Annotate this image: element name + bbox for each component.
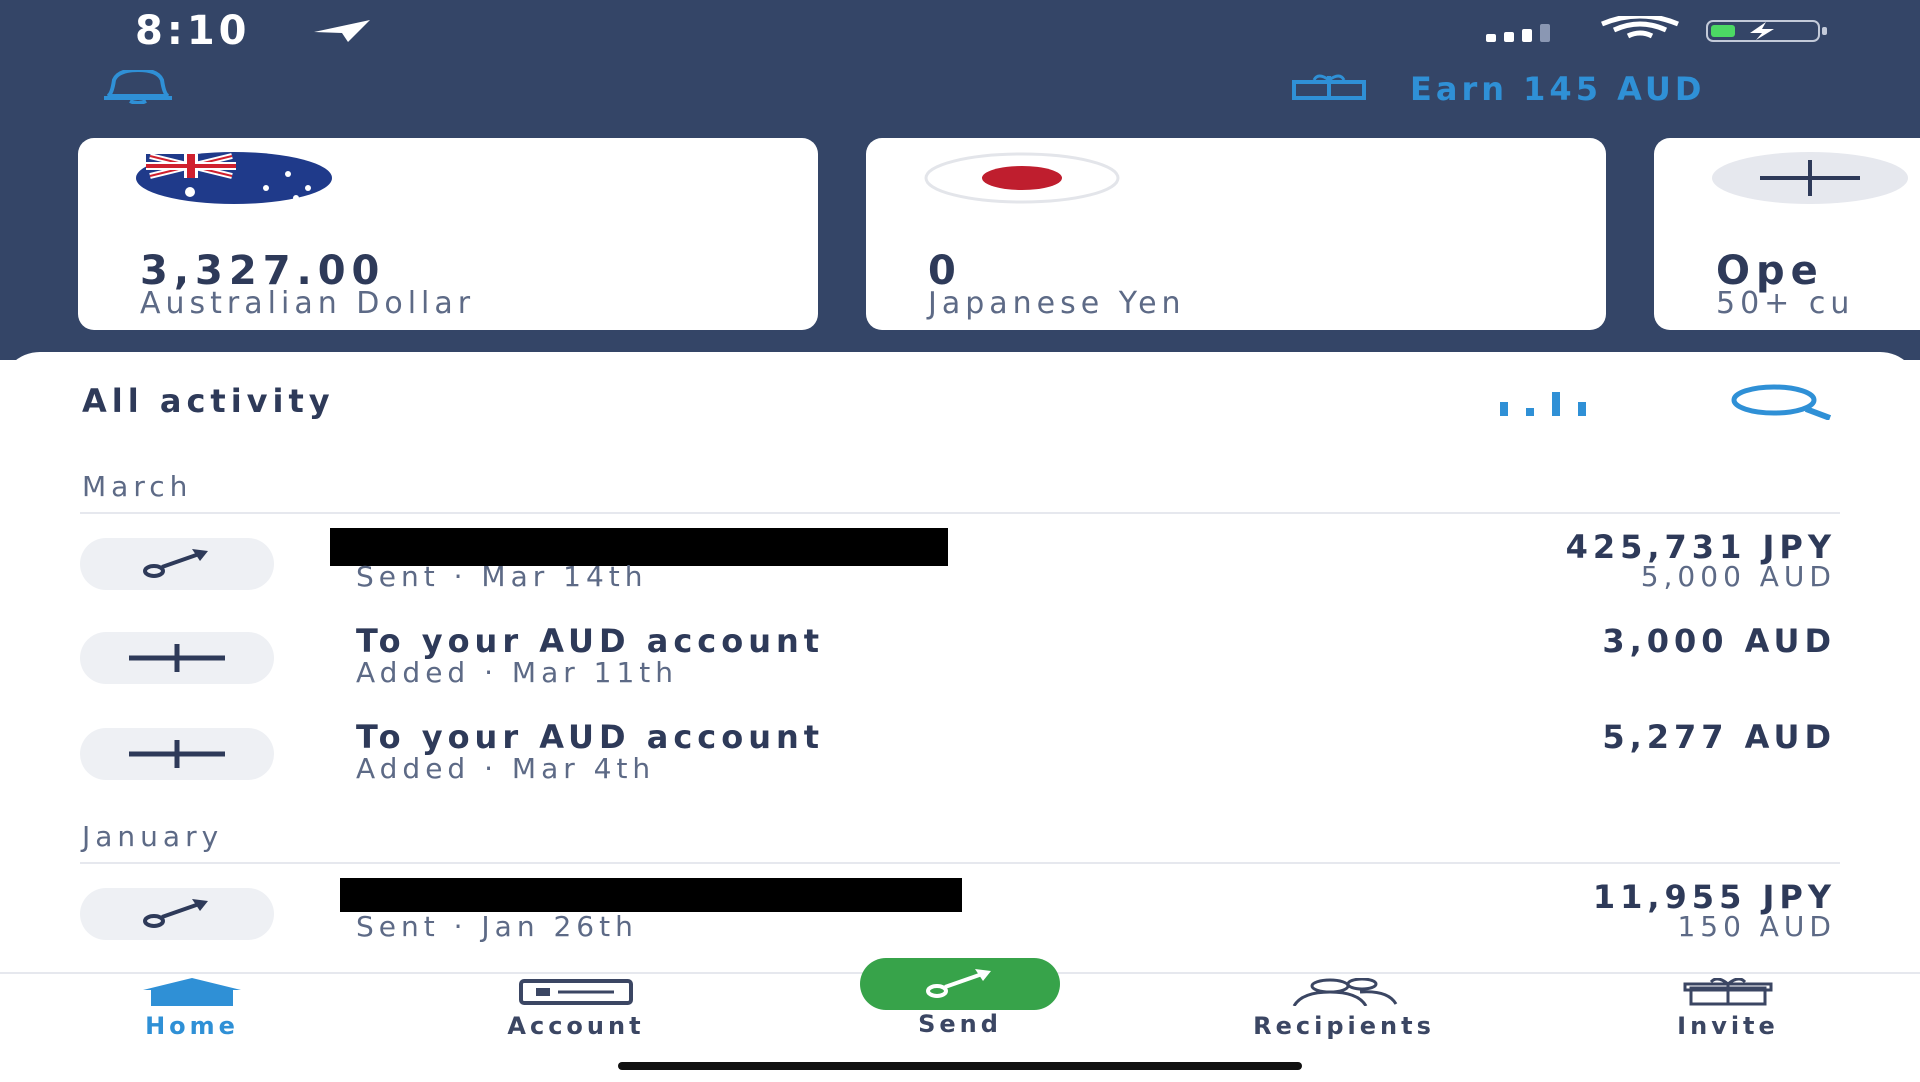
battery-charging-icon <box>1706 20 1827 42</box>
list-item[interactable] <box>80 524 1840 596</box>
tab-invite[interactable]: Invite <box>1608 977 1848 1040</box>
list-item[interactable] <box>80 874 1840 946</box>
activity-title: All activity <box>82 382 335 420</box>
month-header-march: March <box>82 470 193 503</box>
home-indicator[interactable] <box>618 1062 1302 1070</box>
list-item[interactable] <box>80 714 1840 790</box>
list-item[interactable] <box>80 618 1840 694</box>
tab-recipients[interactable]: Recipients <box>1224 977 1464 1040</box>
currency-name: Japanese Yen <box>928 286 1186 321</box>
plus-icon <box>1712 152 1908 204</box>
send-arrow-icon <box>926 969 991 998</box>
tab-home[interactable]: Home <box>72 978 312 1040</box>
account-card-icon <box>519 979 633 1005</box>
month-header-january: January <box>82 820 224 853</box>
balance-card-aud[interactable]: 3,327.00 Australian Dollar <box>78 138 818 330</box>
cellular-signal-icon <box>1486 24 1550 42</box>
location-arrow-icon <box>314 20 370 42</box>
recipients-icon <box>1292 977 1398 1007</box>
gift-icon[interactable] <box>1290 74 1368 100</box>
search-icon[interactable] <box>1730 384 1834 420</box>
divider <box>80 512 1840 514</box>
earn-reward-link[interactable]: Earn 145 AUD <box>1410 70 1705 108</box>
japan-flag-icon <box>924 152 1120 204</box>
send-button[interactable] <box>860 958 1060 1010</box>
tab-recipients-label: Recipients <box>1253 1012 1435 1040</box>
home-icon <box>143 978 241 1006</box>
divider <box>80 862 1840 864</box>
tab-home-label: Home <box>145 1012 239 1040</box>
wifi-icon <box>1601 16 1679 39</box>
open-balance-subtitle: 50+ cu <box>1716 286 1855 321</box>
status-time: 8:10 <box>135 8 251 54</box>
insights-chart-icon[interactable] <box>1498 388 1588 416</box>
tab-account[interactable]: Account <box>456 978 696 1040</box>
tab-account-label: Account <box>507 1012 645 1040</box>
gift-icon <box>1683 977 1773 1006</box>
send-button-label: Send <box>918 1010 1002 1038</box>
bell-icon[interactable] <box>98 70 178 104</box>
currency-name: Australian Dollar <box>140 286 476 321</box>
australia-flag-icon <box>136 152 332 204</box>
balance-card-jpy[interactable]: 0 Japanese Yen <box>866 138 1606 330</box>
open-balance-card[interactable]: Ope 50+ cu <box>1654 138 1920 330</box>
tab-invite-label: Invite <box>1677 1012 1779 1040</box>
